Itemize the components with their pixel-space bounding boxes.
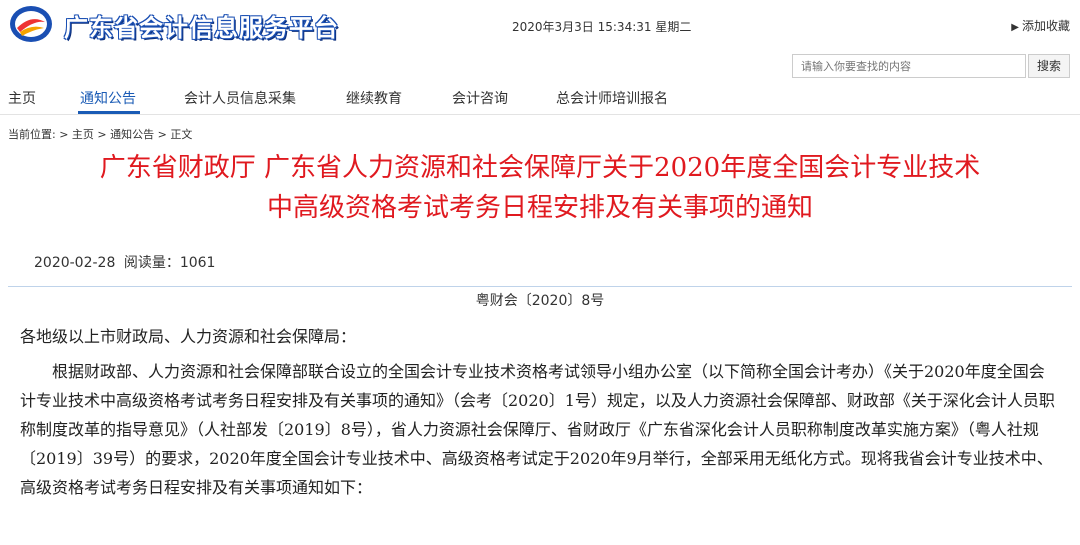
search-box: 搜索 [792, 54, 1070, 78]
nav-item-notices[interactable]: 通知公告 [80, 88, 136, 108]
read-count: 阅读量：1061 [123, 255, 216, 271]
document-number: 粤财会〔2020〕8号 [475, 293, 605, 309]
search-input[interactable] [792, 54, 1026, 78]
active-nav-indicator [78, 111, 140, 114]
article-meta: 2020-02-28 阅读量：1061 [34, 252, 215, 272]
nav-item-info-collection[interactable]: 会计人员信息采集 [184, 88, 296, 108]
site-logo-icon[interactable] [8, 4, 54, 44]
nav-item-consulting[interactable]: 会计咨询 [452, 88, 508, 108]
site-title[interactable]: 广东省会计信息服务平台 [64, 8, 339, 43]
content-divider [8, 286, 1072, 287]
nav-item-continuing-education[interactable]: 继续教育 [346, 88, 402, 108]
breadcrumb: 当前位置: > 主页 > 通知公告 > 正文 [8, 128, 193, 141]
article-title: 广东省财政厅 广东省人力资源和社会保障厅关于2020年度全国会计专业技术 中高级… [0, 148, 1080, 228]
article-title-line-2: 中高级资格考试考务日程安排及有关事项的通知 [266, 193, 813, 223]
add-favorite-link[interactable]: ▶ 添加收藏 [1011, 17, 1070, 34]
nav-item-home[interactable]: 主页 [8, 88, 36, 108]
article-title-line-1: 广东省财政厅 广东省人力资源和社会保障厅关于2020年度全国会计专业技术 [99, 153, 981, 183]
current-datetime: 2020年3月3日 15:34:31 星期二 [512, 20, 692, 34]
publish-date: 2020-02-28 [34, 255, 116, 271]
body-paragraph: 根据财政部、人力资源和社会保障部联合设立的全国会计专业技术资格考试领导小组办公室… [20, 362, 1055, 497]
search-button[interactable]: 搜索 [1028, 54, 1070, 78]
nav-item-cfo-training[interactable]: 总会计师培训报名 [556, 88, 668, 108]
main-nav: 主页 通知公告 会计人员信息采集 继续教育 会计咨询 总会计师培训报名 [0, 84, 1080, 115]
salutation: 各地级以上市财政局、人力资源和社会保障局： [20, 327, 357, 346]
header: 广东省会计信息服务平台 2020年3月3日 15:34:31 星期二 ▶ 添加收藏 [0, 0, 1080, 48]
article-body: 各地级以上市财政局、人力资源和社会保障局： 根据财政部、人力资源和社会保障部联合… [20, 322, 1060, 502]
add-favorite-label: 添加收藏 [1021, 19, 1070, 33]
triangle-right-icon: ▶ [1011, 22, 1019, 33]
